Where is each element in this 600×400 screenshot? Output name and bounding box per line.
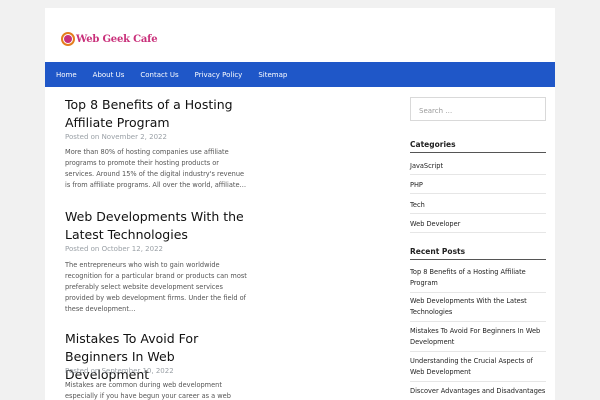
nav-item-contact-us[interactable]: Contact Us xyxy=(140,71,178,79)
post-title[interactable]: Web Developments With the Latest Technol… xyxy=(65,208,250,244)
site-logo[interactable]: Web Geek Cafe xyxy=(61,32,158,46)
recent-post-link[interactable]: Top 8 Benefits of a Hosting Affiliate Pr… xyxy=(410,267,546,293)
post-excerpt: The entrepreneurs who wish to gain world… xyxy=(65,261,247,313)
recent-post-link[interactable]: Discover Advantages and Disadvantages xyxy=(410,386,546,400)
post-title[interactable]: Mistakes To Avoid For Beginners In Web D… xyxy=(65,330,250,384)
nav-item-home[interactable]: Home xyxy=(56,71,77,79)
nav-item-privacy-policy[interactable]: Privacy Policy xyxy=(195,71,243,79)
recent-post-link[interactable]: Web Developments With the Latest Technol… xyxy=(410,296,546,322)
post-excerpt: Mistakes are common during web developme… xyxy=(65,381,231,400)
post-date[interactable]: Posted on September 10, 2022 xyxy=(65,367,174,375)
recent-post-link[interactable]: Mistakes To Avoid For Beginners In Web D… xyxy=(410,326,546,352)
category-item-web-developer[interactable]: Web Developer xyxy=(410,220,546,233)
logo-text: Web Geek Cafe xyxy=(76,33,158,45)
post-date[interactable]: Posted on October 12, 2022 xyxy=(65,245,163,253)
nav-item-about-us[interactable]: About Us xyxy=(93,71,125,79)
main-navigation: Home About Us Contact Us Privacy Policy … xyxy=(45,62,555,87)
site-header: Web Geek Cafe xyxy=(45,8,555,62)
post-date[interactable]: Posted on November 2, 2022 xyxy=(65,133,167,141)
category-item-javascript[interactable]: JavaScript xyxy=(410,162,546,175)
main-content: Top 8 Benefits of a Hosting Affiliate Pr… xyxy=(45,87,555,400)
recent-post-link[interactable]: Understanding the Crucial Aspects of Web… xyxy=(410,356,546,382)
category-item-php[interactable]: PHP xyxy=(410,181,546,194)
recent-posts-heading: Recent Posts xyxy=(410,247,546,260)
nav-item-sitemap[interactable]: Sitemap xyxy=(258,71,287,79)
category-item-tech[interactable]: Tech xyxy=(410,201,546,214)
post-title[interactable]: Top 8 Benefits of a Hosting Affiliate Pr… xyxy=(65,96,250,132)
post-excerpt: More than 80% of hosting companies use a… xyxy=(65,148,247,189)
search-box xyxy=(410,97,546,122)
search-input[interactable] xyxy=(411,100,545,122)
categories-heading: Categories xyxy=(410,140,546,153)
logo-globe-icon xyxy=(61,32,75,46)
